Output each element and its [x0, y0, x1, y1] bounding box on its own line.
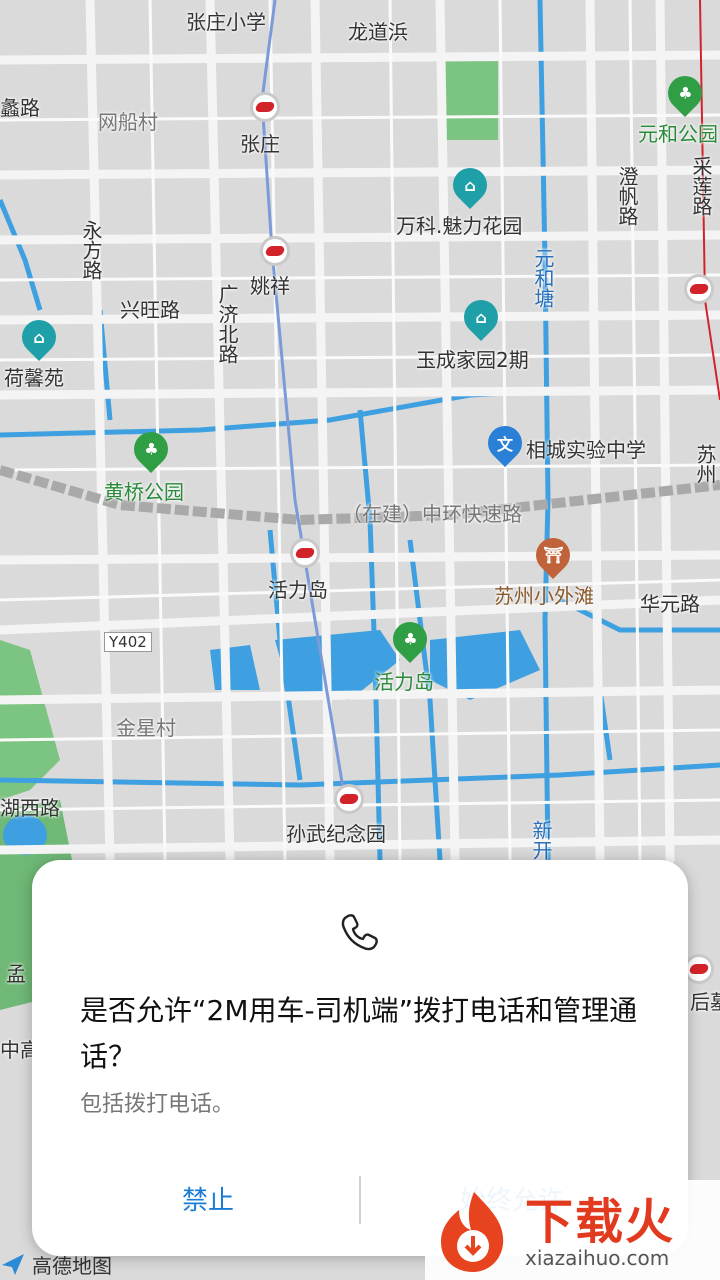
label-longdaobang: 龙道浜 [348, 20, 408, 44]
label-xingwang-road: 兴旺路 [120, 298, 180, 322]
label-guangji-north-road: 广济北路 [215, 284, 239, 364]
label-huangqiao-park: 黄桥公园 [104, 480, 184, 504]
metro-station-east[interactable] [684, 274, 714, 304]
label-yaoxiang: 姚祥 [250, 274, 290, 298]
label-huxi-road: 湖西路 [0, 796, 60, 820]
metro-station-yaoxiang[interactable] [260, 236, 290, 266]
label-huolidao-station: 活力岛 [268, 578, 328, 602]
label-xinkai: 新开 [529, 820, 553, 860]
flame-logo-icon [441, 1192, 504, 1272]
label-zhangzhuang-school: 张庄小学 [186, 10, 266, 34]
watermark: 下载火 xiazaihuo.com [425, 1180, 720, 1280]
metro-station-southeast[interactable] [684, 954, 714, 984]
label-yongfang-road: 永方路 [79, 220, 103, 280]
phone-icon [341, 914, 378, 951]
metro-station-sunwu[interactable] [334, 784, 364, 814]
button-divider [359, 1176, 361, 1224]
label-cailian-road: 采莲路 [689, 156, 713, 216]
label-yuanhe-park: 元和公园 [638, 122, 718, 146]
watermark-url: xiazaihuo.com [525, 1246, 670, 1270]
label-leilu: 蠡路 [0, 96, 40, 120]
label-chengfan-road: 澄帆路 [615, 166, 639, 226]
label-xiangcheng-school: 相城实验中学 [526, 438, 646, 462]
label-huayuan-road: 华元路 [640, 592, 700, 616]
label-zhangzhuang: 张庄 [240, 132, 280, 156]
amap-logo-icon [2, 1254, 24, 1275]
metro-station-zhangzhuang[interactable] [250, 92, 280, 122]
label-huolidao-park: 活力岛 [374, 670, 434, 694]
label-yuanhetang: 元和塘 [531, 248, 555, 308]
label-y402: Y402 [104, 632, 152, 652]
label-suzhou-partial: 苏州 [693, 444, 717, 484]
label-wangchuancun: 网船村 [98, 110, 158, 134]
label-yucheng-garden: 玉成家园2期 [416, 348, 529, 372]
label-jinxingcun: 金星村 [116, 716, 176, 740]
label-meng: 孟 [6, 962, 26, 986]
dialog-description: 包括拨打电话。 [80, 1092, 235, 1117]
label-hexin-garden: 荷馨苑 [4, 366, 64, 390]
label-suzhou-beach: 苏州小外滩 [494, 584, 594, 608]
metro-station-huolidao[interactable] [290, 538, 320, 568]
deny-button[interactable]: 禁止 [58, 1170, 358, 1226]
label-zhonghuan-road: （在建）中环快速路 [342, 502, 522, 526]
dialog-title: 是否允许“2M用车-司机端”拨打电话和管理通话？ [80, 994, 638, 1073]
label-hou: 后墓 [690, 990, 720, 1014]
label-sunwu-park: 孙武纪念园 [286, 822, 386, 846]
label-vanke: 万科.魅力花园 [396, 214, 523, 238]
watermark-text: 下载火 [525, 1194, 676, 1250]
